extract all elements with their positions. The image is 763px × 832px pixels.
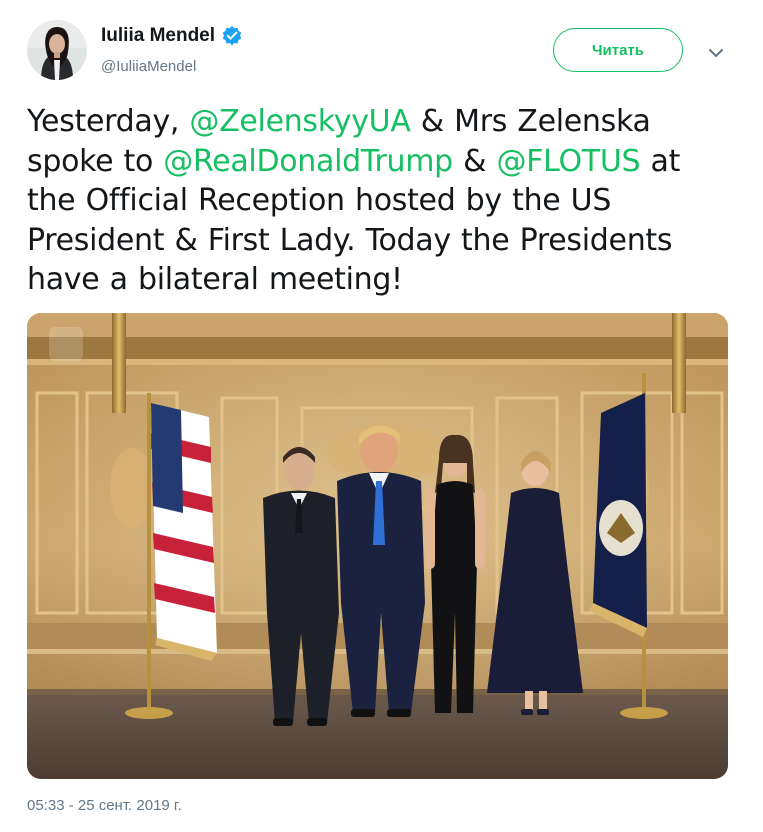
tweet-text: Yesterday, @ZelenskyyUA & Mrs Zelenska s…	[27, 102, 727, 300]
tweet-text-part: Yesterday,	[27, 104, 190, 139]
mention-link-zelenskyyua[interactable]: @ZelenskyyUA	[189, 104, 410, 139]
tweet-header: Iuliia Mendel @IuliiaMendel Читать	[0, 0, 763, 100]
mention-link-flotus[interactable]: @FLOTUS	[497, 144, 641, 179]
mention-link-realdonaldtrump[interactable]: @RealDonaldTrump	[163, 144, 453, 179]
photo-image	[27, 313, 728, 779]
timestamp[interactable]: 05:33 - 25 сент. 2019 г.	[27, 797, 182, 814]
avatar-image	[27, 20, 87, 80]
chevron-down-icon[interactable]	[705, 42, 727, 64]
display-name-row[interactable]: Iuliia Mendel	[101, 25, 243, 47]
tweet-text-part: &	[452, 143, 497, 179]
avatar[interactable]	[27, 20, 87, 80]
display-name[interactable]: Iuliia Mendel	[101, 25, 215, 47]
tweet-photo[interactable]	[27, 313, 728, 779]
username[interactable]: @IuliiaMendel	[101, 58, 196, 75]
verified-badge-icon	[221, 25, 243, 47]
follow-button[interactable]: Читать	[553, 28, 683, 72]
